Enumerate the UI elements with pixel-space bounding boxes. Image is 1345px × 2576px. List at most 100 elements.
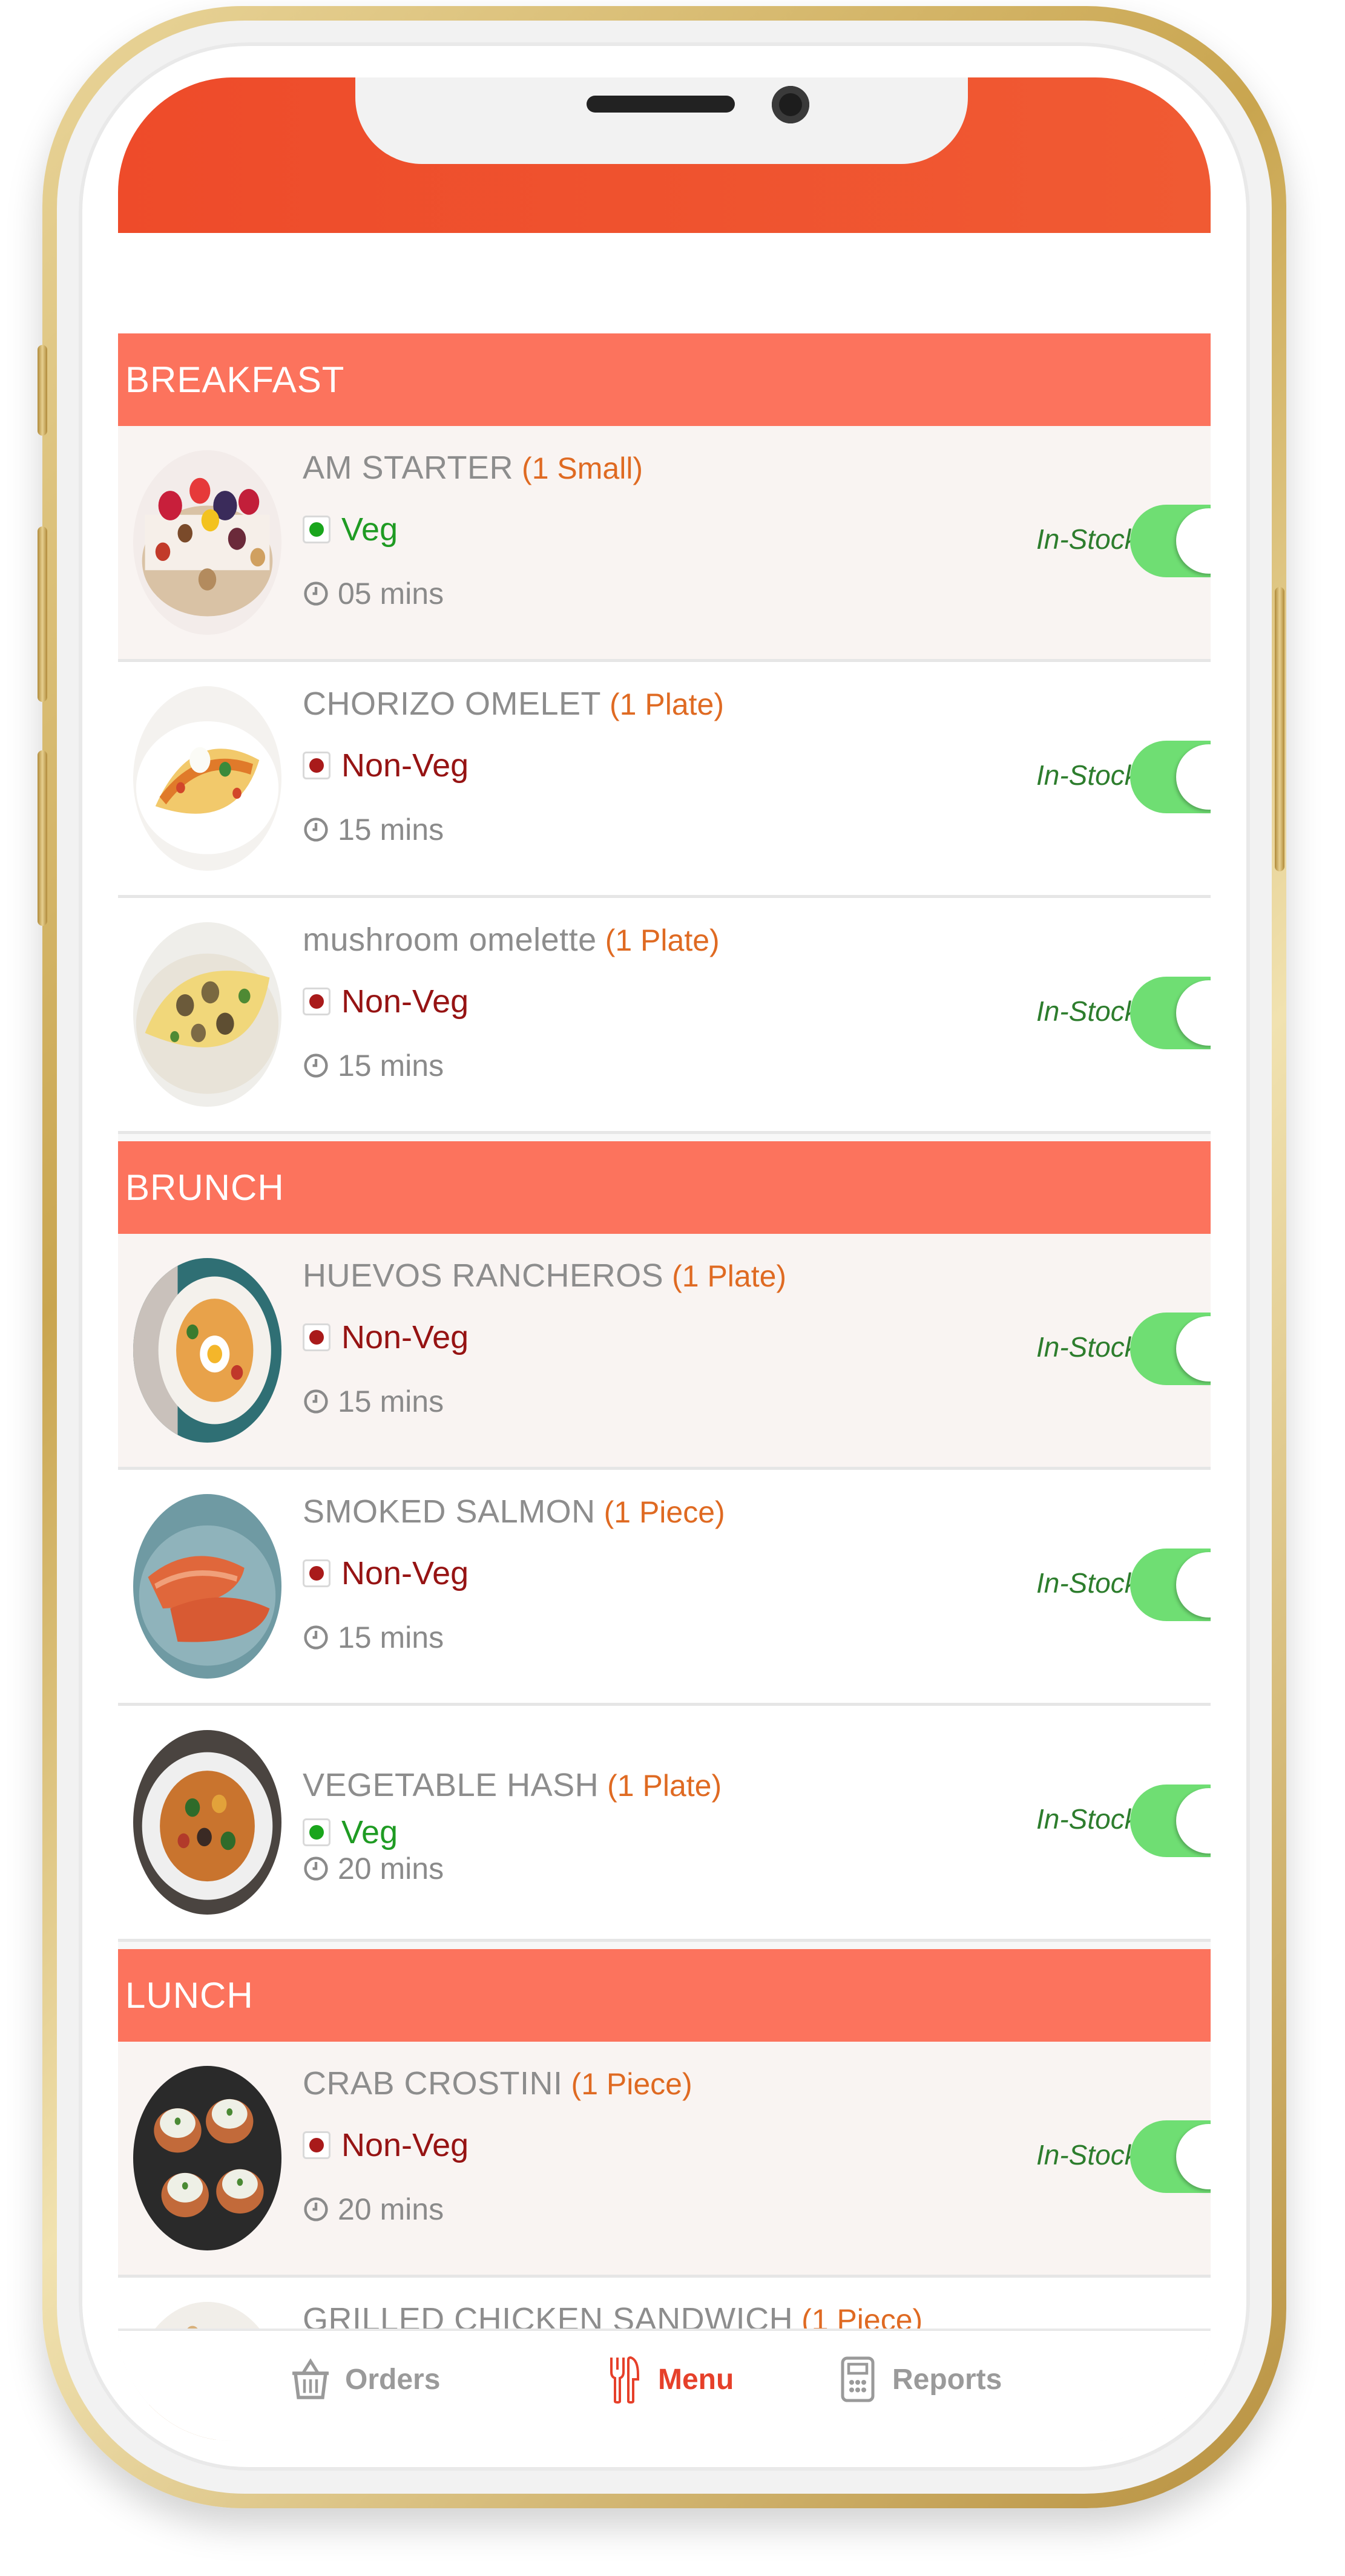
stock-status: In-Stock	[1036, 1803, 1139, 1835]
toggle-knob	[1176, 1788, 1211, 1853]
speaker-grille	[587, 96, 735, 113]
time-label: 15 mins	[338, 1385, 444, 1418]
toggle-knob	[1176, 744, 1211, 810]
prep-time: 15 mins	[303, 812, 444, 847]
stock-status: In-Stock	[1036, 2139, 1139, 2171]
diet-type: Non-Veg	[303, 1319, 469, 1356]
item-name: AM STARTER	[303, 450, 514, 486]
item-name: CRAB CROSTINI	[303, 2065, 563, 2102]
tab-label: Menu	[658, 2363, 734, 2396]
tab-label: Reports	[892, 2363, 1002, 2396]
prep-time: 15 mins	[303, 1048, 444, 1083]
section-header-brunch: BRUNCH	[118, 1141, 1211, 1234]
diet-label: Non-Veg	[341, 1555, 469, 1591]
item-title: AM STARTER (1 Small)	[303, 449, 643, 487]
clock-icon	[304, 1054, 328, 1078]
mute-switch	[38, 345, 47, 436]
tab-reports[interactable]: Reports	[837, 2355, 1002, 2404]
prep-time: 15 mins	[303, 1384, 444, 1419]
clock-icon	[304, 2197, 328, 2221]
diet-label: Non-Veg	[341, 1319, 469, 1355]
stock-status: In-Stock	[1036, 759, 1139, 791]
item-title: CHORIZO OMELET (1 Plate)	[303, 685, 724, 723]
front-camera	[772, 86, 809, 123]
section-header-lunch: LUNCH	[118, 1949, 1211, 2042]
dish-photo	[133, 1730, 281, 1915]
diet-type: Non-Veg	[303, 1555, 469, 1592]
diet-label: Veg	[341, 1814, 398, 1850]
item-portion: (1 Small)	[522, 451, 643, 485]
dish-photo	[133, 686, 281, 871]
item-name: SMOKED SALMON	[303, 1493, 596, 1530]
item-portion: (1 Plate)	[672, 1259, 787, 1293]
item-title: VEGETABLE HASH (1 Plate)	[303, 1766, 722, 1804]
clock-icon	[304, 1625, 328, 1650]
diet-label: Veg	[341, 511, 398, 548]
fork-knife-icon	[610, 2356, 639, 2404]
stock-toggle[interactable]	[1130, 505, 1211, 577]
item-portion: (1 Piece)	[603, 1495, 725, 1529]
list-item[interactable]: HUEVOS RANCHEROS (1 Plate) Non-Veg 15 min…	[118, 1234, 1211, 1470]
menu-list[interactable]: BREAKFAST AM STARTER (1 Small) Veg 05 mi…	[118, 333, 1211, 2441]
section-header-breakfast: BREAKFAST	[118, 333, 1211, 426]
item-title: CRAB CROSTINI (1 Piece)	[303, 2065, 692, 2102]
list-item[interactable]: AM STARTER (1 Small) Veg 05 mins In-Stock	[118, 426, 1211, 662]
stock-status: In-Stock	[1036, 1331, 1139, 1363]
dish-photo	[133, 2066, 281, 2250]
list-item[interactable]: CHORIZO OMELET (1 Plate) Non-Veg 15 mins …	[118, 662, 1211, 898]
list-item[interactable]: SMOKED SALMON (1 Piece) Non-Veg 15 mins I…	[118, 1470, 1211, 1706]
item-name: CHORIZO OMELET	[303, 686, 602, 722]
phone-notch	[355, 77, 968, 164]
diet-label: Non-Veg	[341, 2127, 469, 2163]
list-item[interactable]: mushroom omelette (1 Plate) Non-Veg 15 mi…	[118, 898, 1211, 1134]
stock-status: In-Stock	[1036, 523, 1139, 555]
diet-type: Veg	[303, 1814, 398, 1851]
time-label: 15 mins	[338, 813, 444, 847]
diet-label: Non-Veg	[341, 983, 469, 1020]
clock-icon	[304, 582, 328, 606]
list-item[interactable]: VEGETABLE HASH (1 Plate) Veg 20 mins In-S…	[118, 1706, 1211, 1942]
clock-icon	[304, 1857, 328, 1881]
prep-time: 20 mins	[303, 2192, 444, 2227]
item-name: mushroom omelette	[303, 922, 597, 958]
app-header	[118, 77, 1211, 233]
report-icon	[841, 2356, 875, 2402]
dish-photo	[133, 1494, 281, 1679]
stock-toggle[interactable]	[1130, 977, 1211, 1049]
non-veg-indicator-icon	[303, 2131, 330, 2159]
diet-type: Non-Veg	[303, 747, 469, 784]
toggle-knob	[1176, 1316, 1211, 1381]
list-item[interactable]: CRAB CROSTINI (1 Piece) Non-Veg 20 mins I…	[118, 2042, 1211, 2278]
tab-orders[interactable]: Orders	[289, 2355, 440, 2404]
time-label: 05 mins	[338, 577, 444, 611]
prep-time: 15 mins	[303, 1620, 444, 1655]
volume-down-button	[38, 750, 47, 926]
item-portion: (1 Plate)	[605, 923, 720, 957]
time-label: 20 mins	[338, 1852, 444, 1886]
power-button	[1275, 587, 1284, 871]
toggle-knob	[1176, 1552, 1211, 1617]
clock-icon	[304, 818, 328, 842]
toggle-knob	[1176, 508, 1211, 574]
dish-photo	[133, 922, 281, 1107]
stock-toggle[interactable]	[1130, 1785, 1211, 1857]
toggle-knob	[1176, 980, 1211, 1046]
dish-photo	[133, 450, 281, 635]
item-title: mushroom omelette (1 Plate)	[303, 921, 720, 959]
bottom-tab-bar: Orders Menu Reports	[118, 2329, 1211, 2441]
prep-time: 05 mins	[303, 576, 444, 611]
tab-label: Orders	[345, 2363, 441, 2396]
stock-toggle[interactable]	[1130, 741, 1211, 813]
stock-toggle[interactable]	[1130, 1549, 1211, 1621]
prep-time: 20 mins	[303, 1851, 444, 1886]
non-veg-indicator-icon	[303, 988, 330, 1015]
volume-up-button	[38, 526, 47, 702]
item-portion: (1 Piece)	[571, 2067, 692, 2101]
dish-photo	[133, 1258, 281, 1443]
tab-menu[interactable]: Menu	[602, 2355, 734, 2404]
header-spacer	[118, 233, 1211, 333]
item-portion: (1 Plate)	[610, 687, 724, 721]
time-label: 15 mins	[338, 1049, 444, 1083]
stock-toggle[interactable]	[1130, 1313, 1211, 1385]
stock-toggle[interactable]	[1130, 2120, 1211, 2193]
